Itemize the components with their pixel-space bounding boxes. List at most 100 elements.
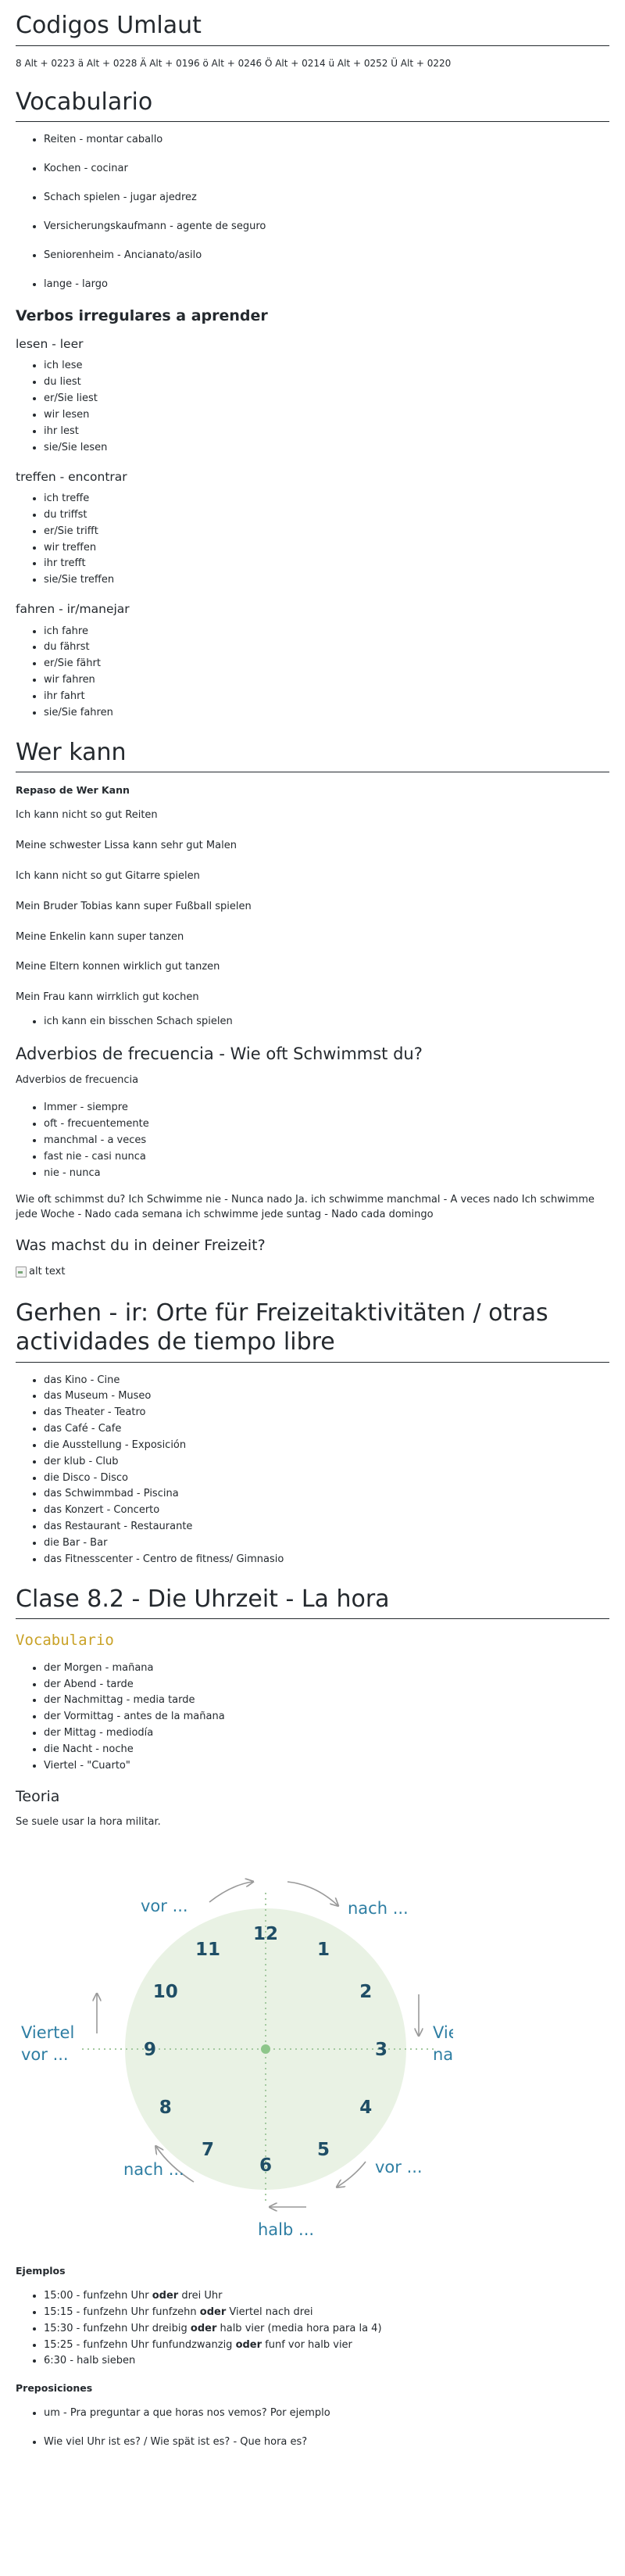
teoria-text: Se suele usar la hora militar. [16, 1816, 161, 1829]
list-item: du fährst [44, 640, 609, 655]
sentence: Meine schwester Lissa kann sehr gut Male… [16, 840, 237, 852]
clock-number-2: 2 [359, 1982, 372, 2002]
list-item: nie - nunca [44, 1166, 609, 1181]
list-item: das Fitnesscenter - Centro de fitness/ G… [44, 1553, 609, 1567]
adverbios-list: Immer - siempre oft - frecuentemente man… [16, 1101, 609, 1181]
list-item: Versicherungskaufmann - agente de seguro [44, 220, 609, 235]
list-item: er/Sie trifft [44, 525, 609, 539]
verb-fahren-forms: ich fahre du fährst er/Sie fährt wir fah… [16, 625, 609, 721]
list-item: ich kann ein bisschen Schach spielen [44, 1015, 609, 1030]
list-item: ich fahre [44, 625, 609, 640]
freizeit-heading: Was machst du in deiner Freizeit? [16, 1237, 266, 1255]
werkann-bullets: ich kann ein bisschen Schach spielen [16, 1015, 609, 1030]
verb-lesen-title: lesen - leer [16, 337, 84, 351]
list-item: Schach spielen - jugar ajedrez [44, 191, 609, 206]
clock-center-dot [261, 2044, 270, 2055]
list-item: das Café - Cafe [44, 1422, 609, 1437]
list-item: 15:30 - funfzehn Uhr dreibig oder halb v… [44, 2322, 609, 2337]
gehen-heading: Gerhen - ir: Orte für Freizeitaktivitäte… [16, 1299, 609, 1363]
list-item: das Kino - Cine [44, 1374, 609, 1388]
list-item: sie/Sie fahren [44, 706, 609, 721]
list-item: die Nacht - noche [44, 1743, 609, 1757]
clock-label-vor-bottom: vor ... [375, 2158, 423, 2177]
list-item: 6:30 - halb sieben [44, 2354, 609, 2369]
list-item: du liest [44, 375, 609, 390]
list-item: Immer - siempre [44, 1101, 609, 1116]
list-item: lange - largo [44, 278, 609, 292]
clase-vocab-list: der Morgen - mañana der Abend - tarde de… [16, 1661, 609, 1774]
list-item: wir treffen [44, 541, 609, 556]
clock-number-8: 8 [159, 2098, 172, 2118]
broken-image: alt text [16, 1265, 609, 1280]
list-item: Reiten - montar caballo [44, 133, 609, 148]
umlaut-codes: 8 Alt + 0223 ä Alt + 0228 Ä Alt + 0196 ö… [16, 57, 452, 69]
list-item: der Morgen - mañana [44, 1661, 609, 1676]
verb-treffen-title: treffen - encontrar [16, 469, 127, 484]
list-item: sie/Sie lesen [44, 441, 609, 456]
vocabulario-heading: Vocabulario [16, 88, 609, 123]
clock-number-1: 1 [317, 1940, 330, 1960]
werkann-heading: Wer kann [16, 738, 609, 773]
list-item: 15:15 - funfzehn Uhr funfzehn oder Viert… [44, 2306, 609, 2320]
verbos-heading: Verbos irregulares a aprender [16, 307, 268, 325]
sentence: Mein Bruder Tobias kann super Fußball sp… [16, 900, 252, 912]
list-item: die Ausstellung - Exposición [44, 1438, 609, 1453]
clock-label-nach-right: nach ... [433, 2045, 453, 2064]
list-item: 15:25 - funfzehn Uhr funfundzwanzig oder… [44, 2338, 609, 2353]
document: Codigos Umlaut 8 Alt + 0223 ä Alt + 0228… [0, 0, 625, 2450]
clock-label-viertel-right: Viertel [433, 2023, 453, 2042]
sentence: Ich kann nicht so gut Reiten [16, 809, 158, 822]
list-item: der Mittag - mediodía [44, 1726, 609, 1741]
sentence: Meine Eltern konnen wirklich gut tanzen [16, 961, 220, 973]
clock-number-4: 4 [359, 2098, 372, 2118]
ejemplos-heading: Ejemplos [16, 2264, 66, 2277]
teoria-heading: Teoria [16, 1787, 60, 1805]
list-item: die Bar - Bar [44, 1536, 609, 1551]
list-item: das Konzert - Concerto [44, 1503, 609, 1518]
list-item: Viertel - "Cuarto" [44, 1759, 609, 1774]
clock-number-7: 7 [202, 2140, 214, 2160]
clase-vocab-title: Vocabulario [16, 1632, 114, 1650]
list-item: der Vormittag - antes de la mañana [44, 1710, 609, 1725]
list-item: die Disco - Disco [44, 1471, 609, 1486]
list-item: manchmal - a veces [44, 1134, 609, 1148]
verb-fahren-title: fahren - ir/manejar [16, 602, 130, 617]
list-item: der klub - Club [44, 1455, 609, 1470]
list-item: das Theater - Teatro [44, 1406, 609, 1421]
clock-diagram: 12 1 2 3 4 5 6 7 8 9 10 11 vor ... nach ... Viertel… [16, 1854, 609, 2250]
list-item: das Restaurant - Restaurante [44, 1520, 609, 1535]
list-item: Seniorenheim - Ancianato/asilo [44, 249, 609, 263]
list-item: Kochen - cocinar [44, 162, 609, 177]
sentence: Ich kann nicht so gut Gitarre spielen [16, 869, 200, 882]
verb-treffen-forms: ich treffe du triffst er/Sie trifft wir … [16, 492, 609, 588]
list-item: ihr fahrt [44, 690, 609, 704]
adverbios-paragraph: Wie oft schimmst du? Ich Schwimme nie - … [16, 1194, 595, 1221]
list-item: 15:00 - funfzehn Uhr oder drei Uhr [44, 2289, 609, 2304]
list-item: sie/Sie treffen [44, 573, 609, 588]
clock-label-vor-top: vor ... [141, 1897, 188, 1915]
list-item: ihr trefft [44, 557, 609, 571]
list-item: der Abend - tarde [44, 1678, 609, 1693]
sentence: Meine Enkelin kann super tanzen [16, 930, 184, 943]
list-item: das Museum - Museo [44, 1389, 609, 1404]
clase-heading: Clase 8.2 - Die Uhrzeit - La hora [16, 1585, 609, 1620]
clock-number-12: 12 [253, 1924, 278, 1944]
ejemplos-list: 15:00 - funfzehn Uhr oder drei Uhr 15:15… [16, 2289, 609, 2369]
verb-lesen-forms: ich lese du liest er/Sie liest wir lesen… [16, 359, 609, 455]
clock-number-5: 5 [317, 2140, 330, 2160]
list-item: ihr lest [44, 425, 609, 439]
list-item: ich lese [44, 359, 609, 374]
clock-label-viertel-left: Viertel [21, 2023, 74, 2042]
list-item: um - Pra preguntar a que horas nos vemos… [44, 2406, 609, 2421]
list-item: der Nachmittag - media tarde [44, 1693, 609, 1708]
preposiciones-list: um - Pra preguntar a que horas nos vemos… [16, 2406, 609, 2450]
clock-number-11: 11 [195, 1940, 220, 1960]
list-item: oft - frecuentemente [44, 1117, 609, 1132]
vocabulario-list: Reiten - montar caballo Kochen - cocinar… [16, 133, 609, 292]
arrow-vor-top-icon [209, 1882, 252, 1903]
clock-label-halb: halb ... [258, 2220, 314, 2239]
clock-number-10: 10 [153, 1982, 178, 2002]
broken-image-icon [16, 1267, 27, 1278]
list-item: wir lesen [44, 408, 609, 423]
clock-number-3: 3 [375, 2040, 388, 2060]
